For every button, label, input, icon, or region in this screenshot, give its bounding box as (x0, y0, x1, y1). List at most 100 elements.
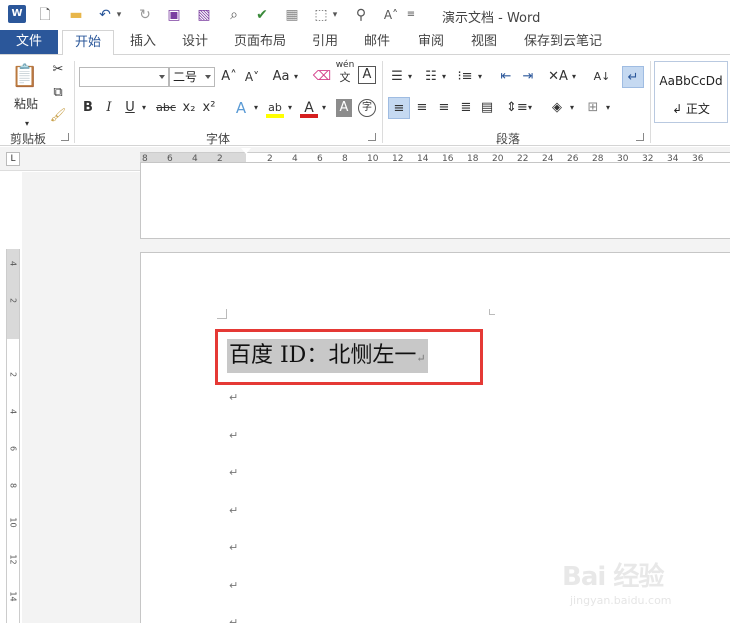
underline-button[interactable]: U (122, 97, 138, 119)
italic-button[interactable]: I (102, 97, 116, 119)
format-painter-icon[interactable]: 🖌 (48, 105, 68, 127)
highlight-dropdown-icon[interactable]: ▾ (286, 97, 294, 119)
text-effects-icon[interactable]: A (232, 97, 250, 119)
save-as-icon[interactable]: ▧ (195, 6, 213, 24)
ruler-label: 4 (8, 408, 18, 415)
borders-icon[interactable]: ⊞ (584, 97, 602, 119)
font-size-icon[interactable]: A˄ (382, 6, 400, 24)
character-shading-button[interactable]: A (336, 99, 352, 117)
superscript-button[interactable]: x² (200, 97, 218, 119)
undo-icon[interactable]: ↶ (96, 6, 114, 24)
save-icon[interactable]: ▣ (165, 6, 183, 24)
multilevel-list-dropdown-icon[interactable]: ▾ (476, 66, 484, 88)
find-icon[interactable]: ⚲ (352, 6, 370, 24)
align-right-icon[interactable]: ≡ (434, 97, 454, 119)
paragraph-launcher-icon[interactable] (636, 133, 644, 141)
tab-page-layout[interactable]: 页面布局 (230, 30, 290, 54)
tab-design[interactable]: 设计 (176, 30, 214, 54)
increase-indent-icon[interactable]: ⇥ (518, 66, 538, 88)
numbering-icon[interactable]: ☷ (422, 66, 440, 88)
font-size-value: 二号 (173, 70, 198, 84)
selected-text[interactable]: 百度 ID：北恻左一 (229, 343, 416, 368)
align-left-icon[interactable]: ≡ (388, 97, 410, 119)
highlight-icon[interactable]: ab (266, 97, 284, 119)
tab-file[interactable]: 文件 (0, 30, 58, 54)
underline-dropdown-icon[interactable]: ▾ (140, 97, 148, 119)
borders-dropdown-icon[interactable]: ▾ (604, 97, 612, 119)
tab-cloud-notes[interactable]: 保存到云笔记 (518, 30, 608, 54)
line-spacing-dropdown-icon[interactable]: ▾ (526, 97, 534, 119)
margin-corner-mark (217, 309, 227, 319)
enclose-characters-button[interactable]: 字 (358, 99, 376, 117)
word-logo-icon[interactable]: W (8, 5, 26, 23)
open-folder-icon[interactable]: ▬ (66, 6, 86, 24)
undo-dropdown-icon[interactable]: ▾ (114, 6, 124, 24)
table-icon[interactable]: ▦ (283, 6, 301, 24)
phonetic-guide-top[interactable]: wén (334, 59, 356, 71)
tab-view[interactable]: 视图 (465, 30, 503, 54)
show-marks-icon[interactable]: ↵ (622, 66, 644, 88)
redo-icon[interactable]: ↻ (136, 6, 154, 24)
phonetic-guide-icon[interactable]: 文 (334, 71, 356, 85)
paste-icon[interactable]: 📋 (10, 61, 40, 93)
multilevel-list-icon[interactable]: ⁝≡ (456, 66, 474, 88)
align-center-icon[interactable]: ≡ (412, 97, 432, 119)
text-effects-dropdown-icon[interactable]: ▾ (252, 97, 260, 119)
paragraph-mark: ↵ (416, 352, 426, 365)
decrease-indent-icon[interactable]: ⇤ (496, 66, 516, 88)
clipboard-launcher-icon[interactable] (61, 133, 69, 141)
paragraph-mark: ↵ (229, 428, 239, 442)
paragraph-mark: ↵ (229, 503, 239, 517)
tab-mailings[interactable]: 邮件 (358, 30, 396, 54)
tab-references[interactable]: 引用 (306, 30, 344, 54)
paste-button[interactable]: 粘贴 (8, 93, 44, 115)
justify-icon[interactable]: ≣ (456, 97, 476, 119)
font-group-label: 字体 (206, 132, 231, 146)
font-launcher-icon[interactable] (368, 133, 376, 141)
shading-dropdown-icon[interactable]: ▾ (568, 97, 576, 119)
style-normal[interactable]: AaBbCcDd ↲ 正文 (654, 61, 728, 123)
shrink-font-icon[interactable]: A˅ (242, 66, 262, 88)
chinese-layout-dropdown-icon[interactable]: ▾ (570, 66, 578, 88)
tab-review[interactable]: 审阅 (412, 30, 450, 54)
font-color-dropdown-icon[interactable]: ▾ (320, 97, 328, 119)
bullets-dropdown-icon[interactable]: ▾ (406, 66, 414, 88)
copy-icon[interactable]: ⧉ (48, 82, 68, 104)
print-preview-icon[interactable]: ⌕ (225, 6, 243, 24)
ribbon-home: 📋 粘贴 ▾ ✂ ⧉ 🖌 剪贴板 二号 A˄ A˅ Aa ▾ ⌫ wén 文 A… (0, 54, 730, 146)
first-line-indent-marker[interactable] (241, 148, 251, 154)
distributed-icon[interactable]: ▤ (478, 97, 496, 119)
numbering-dropdown-icon[interactable]: ▾ (440, 66, 448, 88)
clear-formatting-icon[interactable]: ⌫ (312, 66, 332, 88)
change-case-dropdown-icon[interactable]: ▾ (292, 66, 300, 88)
ruler-label: 4 (8, 260, 18, 267)
tab-home[interactable]: 开始 (62, 30, 114, 55)
spellcheck-icon[interactable]: ✔ (253, 6, 271, 24)
character-border-button[interactable]: A (358, 66, 376, 84)
border-icon[interactable]: ⬚ (312, 6, 330, 24)
grow-font-icon[interactable]: A˄ (219, 66, 239, 88)
bold-button[interactable]: B (80, 97, 96, 119)
subscript-button[interactable]: x₂ (180, 97, 198, 119)
sort-icon[interactable]: A↓ (592, 66, 612, 88)
font-size-combo[interactable]: 二号 (169, 67, 215, 87)
shading-icon[interactable]: ◈ (548, 97, 566, 119)
bullets-icon[interactable]: ☰ (388, 66, 406, 88)
font-color-icon[interactable]: A (300, 97, 318, 119)
tab-insert[interactable]: 插入 (124, 30, 162, 54)
font-name-combo[interactable] (79, 67, 169, 87)
paragraph-group-label: 段落 (496, 132, 521, 146)
border-dropdown-icon[interactable]: ▾ (330, 6, 340, 24)
selected-text-line[interactable]: 百度 ID：北恻左一↵ (227, 339, 428, 373)
style-name: ↲ 正文 (672, 102, 710, 116)
change-case-button[interactable]: Aa (270, 66, 292, 88)
chinese-layout-icon[interactable]: ✕A (548, 66, 568, 88)
cut-icon[interactable]: ✂ (48, 59, 68, 81)
previous-page[interactable] (140, 162, 730, 239)
strikethrough-button[interactable]: abc (156, 97, 176, 119)
customize-icon[interactable]: ≡ (406, 6, 416, 24)
tab-selector[interactable]: L (6, 152, 20, 166)
line-spacing-icon[interactable]: ⇕≡ (506, 97, 528, 119)
new-document-icon[interactable]: 🗋 (36, 6, 54, 24)
vertical-ruler[interactable]: 4 2 2 4 6 8 10 12 14 (6, 249, 20, 623)
